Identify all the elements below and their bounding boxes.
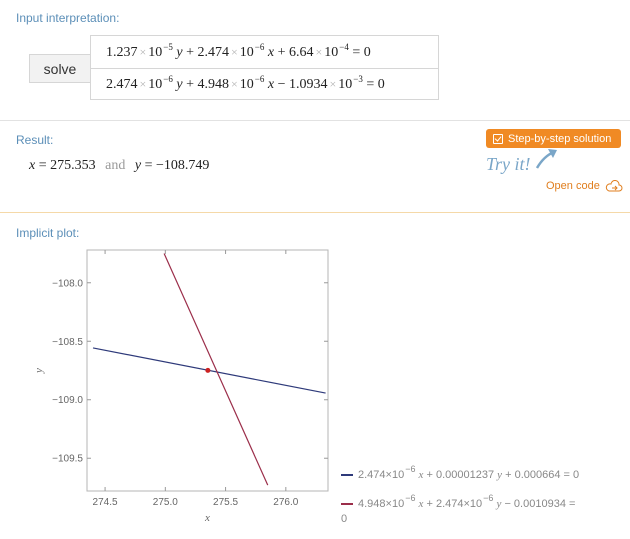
legend-item-2: 4.948×10−6 x + 2.474×10−6 y − 0.0010934 … [341, 493, 576, 525]
equation-2: 2.474 × 10−6 y + 4.948 × 10−6 x − 1.0934 × 10−… [106, 74, 385, 92]
legend-line-2 [341, 503, 353, 506]
legend-line-1 [341, 474, 353, 477]
x-tick-label: 275.5 [213, 497, 238, 508]
x-tick-label: 276.0 [273, 497, 298, 508]
x-tick-label: 275.0 [153, 497, 178, 508]
open-code-link[interactable]: Open code [546, 180, 623, 192]
legend-item-1: 2.474×10−6 x + 0.00001237 y + 0.000664 =… [341, 464, 579, 481]
result-label: Result: [16, 133, 54, 147]
intersection-point [205, 367, 211, 373]
x-axis-label: x [204, 512, 210, 524]
x-tick-label: 274.5 [93, 497, 118, 508]
input-interpretation-label: Input interpretation: [16, 11, 120, 25]
y-tick-label: −108.0 [52, 278, 83, 289]
cloud-icon [605, 180, 623, 192]
y-tick-label: −108.5 [52, 337, 83, 348]
arrow-icon [535, 149, 557, 169]
y-tick-label: −109.5 [52, 454, 83, 465]
equation-1: 1.237 × 10−5 y + 2.474 × 10−6 x + 6.64 × 10−4 … [106, 42, 371, 60]
y-tick-label: −109.0 [52, 395, 83, 406]
implicit-plot-label: Implicit plot: [16, 226, 80, 240]
try-it-text: Try it! [486, 154, 531, 174]
y-axis-label: y [33, 368, 45, 374]
checkbox-icon [493, 133, 503, 144]
solve-command: solve [29, 54, 91, 83]
result-value: x = 275.353 and y = −108.749 [29, 158, 210, 173]
equations-box: 1.237 × 10−5 y + 2.474 × 10−6 x + 6.64 × 10−4 … [90, 35, 439, 100]
implicit-plot-chart: 274.5 275.0 275.5 276.0 −108.0 −108.5 −109.0 −1… [33, 249, 329, 524]
